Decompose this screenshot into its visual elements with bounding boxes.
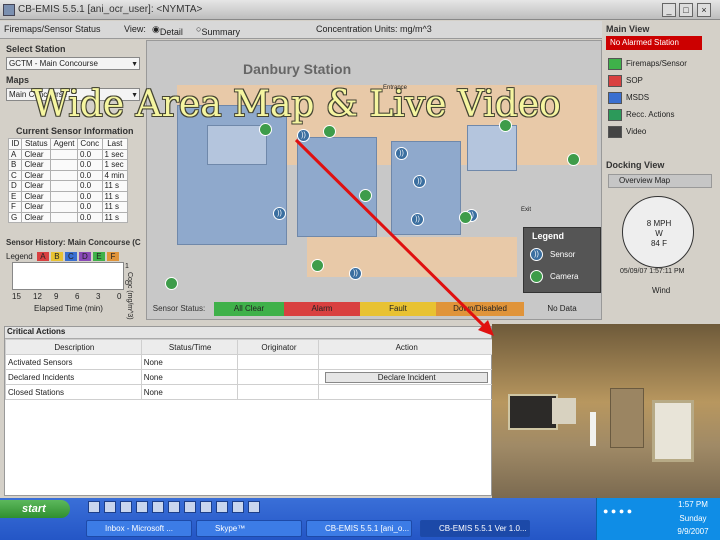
quicklaunch-icon[interactable] bbox=[104, 501, 116, 513]
slide-headline: Wide Area Map & Live Video bbox=[32, 84, 561, 125]
clock-date: 9/9/2007 bbox=[677, 527, 709, 536]
quicklaunch-icon[interactable] bbox=[168, 501, 180, 513]
taskbar-task[interactable]: CB-EMIS 5.5.1 [ani_o... bbox=[306, 520, 412, 537]
quicklaunch-icon[interactable] bbox=[184, 501, 196, 513]
start-label: start bbox=[22, 503, 46, 515]
quicklaunch-icon[interactable] bbox=[88, 501, 100, 513]
start-button[interactable]: start bbox=[0, 500, 70, 518]
taskbar-task[interactable]: Skype™ bbox=[196, 520, 302, 537]
quicklaunch-icon[interactable] bbox=[232, 501, 244, 513]
taskbar-task[interactable]: CB-EMIS 5.5.1 Ver 1.0... bbox=[420, 520, 530, 537]
system-tray: ● ● ● ● 1:57 PM Sunday 9/9/2007 bbox=[596, 498, 720, 540]
map-to-video-arrow bbox=[294, 138, 494, 336]
clock-time: 1:57 PM bbox=[678, 500, 708, 509]
quicklaunch-icon[interactable] bbox=[200, 501, 212, 513]
windows-taskbar: start Inbox - Microsoft ... Skype™ CB-EMIS… bbox=[0, 498, 720, 540]
quicklaunch-icon[interactable] bbox=[248, 501, 260, 513]
quicklaunch-icon[interactable] bbox=[120, 501, 132, 513]
quicklaunch-icon[interactable] bbox=[152, 501, 164, 513]
clock-day: Sunday bbox=[679, 514, 707, 523]
quicklaunch-icon[interactable] bbox=[216, 501, 228, 513]
taskbar-task[interactable]: Inbox - Microsoft ... bbox=[86, 520, 192, 537]
tray-icons[interactable]: ● ● ● ● bbox=[603, 506, 663, 520]
quicklaunch-icon[interactable] bbox=[136, 501, 148, 513]
